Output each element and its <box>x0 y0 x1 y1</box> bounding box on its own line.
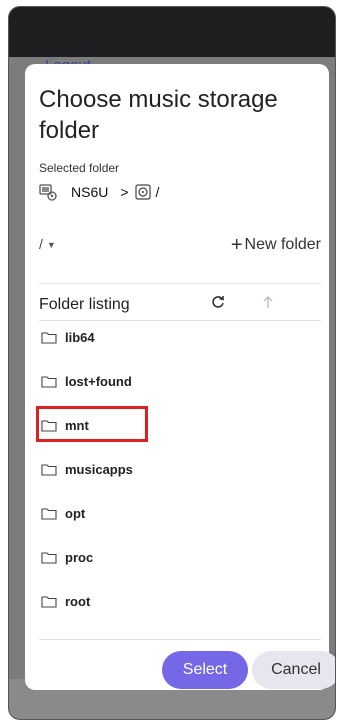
folder-item[interactable]: lib64 <box>39 322 319 352</box>
divider <box>39 283 321 284</box>
divider <box>39 639 321 640</box>
folder-icon <box>41 331 57 344</box>
folder-item[interactable]: lost+found <box>39 366 319 396</box>
path-bar: / ▼ + New folder <box>39 234 321 258</box>
new-folder-label: New folder <box>244 236 321 253</box>
folder-item-label: lost+found <box>65 373 132 389</box>
folder-icon <box>41 595 57 608</box>
path-separator: > <box>120 184 129 200</box>
folder-icon <box>41 507 57 520</box>
arrow-up-icon[interactable] <box>261 295 275 309</box>
cancel-button[interactable]: Cancel <box>252 651 335 689</box>
path-dropdown[interactable]: / ▼ <box>39 236 56 252</box>
dialog-title: Choose music storage folder <box>39 86 278 144</box>
selected-path: / <box>155 184 160 200</box>
folder-item-label: musicapps <box>65 461 133 477</box>
divider <box>39 320 321 321</box>
folder-item[interactable]: opt <box>39 498 319 528</box>
new-folder-button[interactable]: + New folder <box>231 234 321 257</box>
folder-item-label: proc <box>65 549 94 565</box>
selected-folder-label: Selected folder <box>39 161 120 175</box>
path-dropdown-value: / <box>39 236 43 252</box>
folder-item-label: lib64 <box>65 329 95 345</box>
folder-listing-title: Folder listing <box>39 296 130 313</box>
folder-icon <box>41 551 57 564</box>
folder-icon <box>41 463 57 476</box>
choose-folder-dialog: Choose music storage folder Selected fol… <box>25 64 335 690</box>
select-button[interactable]: Select <box>162 651 248 689</box>
folder-listing-header: Folder listing <box>39 294 321 318</box>
drive-icon <box>134 184 151 200</box>
folder-item[interactable]: root <box>39 586 319 616</box>
folder-item-label: mnt <box>65 417 89 433</box>
folder-icon <box>41 419 57 432</box>
folder-item[interactable]: proc <box>39 542 319 572</box>
device-name: NS6U <box>71 184 109 200</box>
folder-item[interactable]: musicapps <box>39 454 319 484</box>
folder-item[interactable]: mnt <box>36 406 319 442</box>
chevron-down-icon: ▼ <box>46 240 56 251</box>
device-icon <box>39 184 57 201</box>
plus-icon: + <box>230 234 243 256</box>
folder-icon <box>41 375 57 388</box>
selected-folder-row: NS6U > / <box>39 181 159 203</box>
refresh-icon[interactable] <box>211 295 225 309</box>
folder-item-label: opt <box>65 505 86 521</box>
folder-item-label: root <box>65 593 91 609</box>
phone-frame: Logout Choose music storage folder Selec… <box>8 6 336 720</box>
